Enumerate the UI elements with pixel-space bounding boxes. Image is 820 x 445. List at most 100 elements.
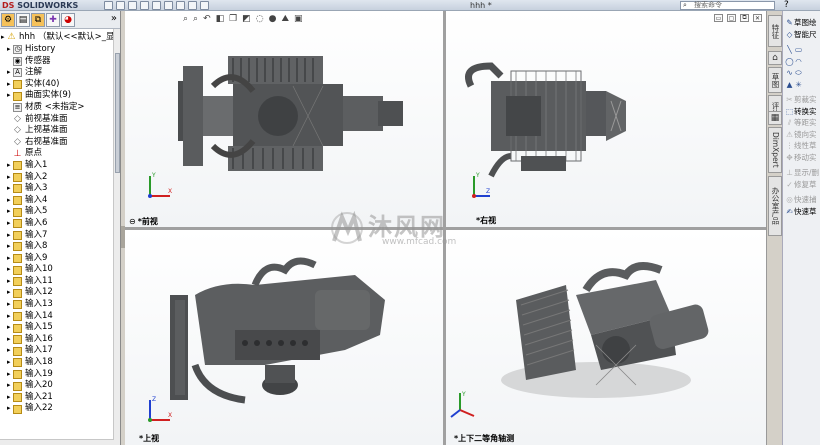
maximize-icon[interactable]: ▢ xyxy=(727,14,736,22)
options-icon[interactable] xyxy=(200,1,209,10)
tree-item-import[interactable]: ▸ 输入4 xyxy=(0,195,114,207)
viewport-front[interactable]: ⌕ ⌕ ↶ ◧ ❐ ◩ ◌ ● ⛰ ▣ Y X ⊖ *前视 xyxy=(125,11,443,227)
tree-item-import[interactable]: ▸ 输入11 xyxy=(0,276,114,288)
scrollbar-thumb[interactable] xyxy=(115,53,120,173)
tree-item-import[interactable]: ▸ 输入22 xyxy=(0,403,114,415)
undo-icon[interactable] xyxy=(152,1,161,10)
tree-item-import[interactable]: ▸ 输入6 xyxy=(0,218,114,230)
previous-view-icon[interactable]: ↶ xyxy=(203,14,211,24)
trim-entities-button[interactable]: ✂剪裁实 xyxy=(783,94,820,106)
tree-horizontal-scrollbar[interactable] xyxy=(0,439,114,445)
tree-item-import[interactable]: ▸ 输入17 xyxy=(0,345,114,357)
tree-item-sensors[interactable]: ◉ 传感器 xyxy=(0,56,114,68)
tree-item-import[interactable]: ▸ 输入21 xyxy=(0,392,114,404)
tree-item-label: 上视基准面 xyxy=(25,125,68,136)
tree-item-top-plane[interactable]: ◇ 上视基准面 xyxy=(0,125,114,137)
tab-sketch[interactable]: 草图 xyxy=(768,67,782,93)
linear-pattern-button[interactable]: ⋮线性草 xyxy=(783,140,820,152)
convert-entities-button[interactable]: ⬚转换实 xyxy=(783,106,820,118)
imported-features-list: ▸ 输入1 ▸ 输入2 ▸ 输入3 ▸ 输入4 ▸ 输入5 ▸ 输入6 ▸ 输入7 ▸ 输入8 ▸ 输入9 ▸ 输入1… xyxy=(0,160,114,415)
tree-item-solid-bodies[interactable]: ▸ 实体(40) xyxy=(0,79,114,91)
select-icon[interactable] xyxy=(164,1,173,10)
configuration-manager-tab-icon[interactable]: ⧉ xyxy=(31,12,45,27)
tree-item-import[interactable]: ▸ 输入16 xyxy=(0,334,114,346)
tree-item-import[interactable]: ▸ 输入12 xyxy=(0,287,114,299)
tab-features[interactable]: 特征 xyxy=(768,15,782,47)
tree-item-import[interactable]: ▸ 输入2 xyxy=(0,172,114,184)
graphics-area[interactable]: ⌕ ⌕ ↶ ◧ ❐ ◩ ◌ ● ⛰ ▣ Y X ⊖ *前视 ▭ ▢ ⧉ ✕ Y … xyxy=(125,11,766,445)
zoom-area-icon[interactable]: ⌕ xyxy=(193,14,198,24)
point-icon: ✳ xyxy=(795,79,802,89)
tree-item-import[interactable]: ▸ 输入14 xyxy=(0,311,114,323)
solidworks-logo[interactable]: DS SOLIDWORKS xyxy=(2,0,78,10)
tree-item-import[interactable]: ▸ 输入19 xyxy=(0,369,114,381)
mirror-entities-button[interactable]: ⚠镜向实 xyxy=(783,129,820,141)
tree-item-front-plane[interactable]: ◇ 前视基准面 xyxy=(0,114,114,126)
tree-item-origin[interactable]: ⊥ 原点 xyxy=(0,148,114,160)
tree-item-import[interactable]: ▸ 输入1 xyxy=(0,160,114,172)
display-relations-button[interactable]: ⊥显示/删 xyxy=(783,167,820,179)
zoom-to-fit-icon[interactable]: ⌕ xyxy=(183,14,188,24)
tree-item-annotations[interactable]: ▸ A 注解 xyxy=(0,67,114,79)
print-icon[interactable] xyxy=(140,1,149,10)
display-manager-tab-icon[interactable]: ◕ xyxy=(61,12,75,27)
rebuild-icon[interactable] xyxy=(176,1,185,10)
search-commands-input[interactable]: ⌕ 搜索命令 xyxy=(680,1,775,10)
tree-item-material[interactable]: ≡ 材质 <未指定> xyxy=(0,102,114,114)
tree-item-import[interactable]: ▸ 输入15 xyxy=(0,322,114,334)
polygon-tool-button[interactable]: ▲ ✳ xyxy=(783,79,820,91)
file-properties-icon[interactable] xyxy=(188,1,197,10)
repair-sketch-button[interactable]: ✓修复草 xyxy=(783,179,820,191)
tree-item-import[interactable]: ▸ 输入18 xyxy=(0,357,114,369)
warning-icon: ⚠ xyxy=(7,32,16,43)
hide-show-items-icon[interactable]: ◌ xyxy=(256,14,264,24)
feature-manager-tab-icon[interactable]: ⚙ xyxy=(1,12,15,27)
rapid-sketch-button[interactable]: ✍快速草 xyxy=(783,206,820,218)
display-style-icon[interactable]: ◩ xyxy=(242,14,251,24)
smart-dimension-button[interactable]: ◇ 智能尺 xyxy=(783,29,820,41)
panel-expand-arrow-icon[interactable]: » xyxy=(111,13,117,24)
viewport-top[interactable]: Z X *上视 xyxy=(125,230,443,445)
dimxpert-tab-icon[interactable]: ✚ xyxy=(46,12,60,27)
spline-tool-button[interactable]: ∿ ⬭ xyxy=(783,67,820,79)
section-view-icon[interactable]: ◧ xyxy=(216,14,225,24)
line-tool-button[interactable]: ╲ ▭ xyxy=(783,44,820,56)
view-orientation-icon[interactable]: ❐ xyxy=(229,14,237,24)
home-tab-icon[interactable]: ⌂ xyxy=(768,51,782,65)
tree-item-import[interactable]: ▸ 输入20 xyxy=(0,380,114,392)
tree-item-import[interactable]: ▸ 输入5 xyxy=(0,206,114,218)
tree-item-right-plane[interactable]: ◇ 右视基准面 xyxy=(0,137,114,149)
property-manager-tab-icon[interactable]: ▤ xyxy=(16,12,30,27)
move-entities-button[interactable]: ✥移动实 xyxy=(783,152,820,164)
restore-icon[interactable]: ▭ xyxy=(714,14,723,22)
split-icon[interactable]: ⧉ xyxy=(740,14,749,22)
tree-item-surface-bodies[interactable]: ▸ 曲面实体(9) xyxy=(0,90,114,102)
edit-appearance-icon[interactable]: ● xyxy=(269,14,277,24)
tree-item-import[interactable]: ▸ 输入7 xyxy=(0,230,114,242)
close-icon[interactable]: ✕ xyxy=(753,14,762,22)
view-settings-icon[interactable]: ▣ xyxy=(294,14,303,24)
tree-item-history[interactable]: ▸ ◷ History xyxy=(0,44,114,56)
help-icon[interactable]: ? xyxy=(784,0,789,10)
viewport-isometric[interactable]: Y *上下二等角轴测 xyxy=(446,230,766,445)
tab-dimxpert[interactable]: DimXpert xyxy=(768,127,782,173)
offset-entities-button[interactable]: ⫽ 等距实 xyxy=(783,117,820,129)
tree-item-import[interactable]: ▸ 输入10 xyxy=(0,264,114,276)
circle-tool-button[interactable]: ◯ ◠ xyxy=(783,56,820,68)
tab-office-products[interactable]: 办公室产品 xyxy=(768,176,782,236)
tree-item-import[interactable]: ▸ 输入9 xyxy=(0,253,114,265)
viewport-right[interactable]: ▭ ▢ ⧉ ✕ Y Z *右视 xyxy=(446,11,766,227)
tree-vertical-scrollbar[interactable] xyxy=(113,29,120,445)
tree-item-import[interactable]: ▸ 输入3 xyxy=(0,183,114,195)
sketch-button[interactable]: ✎草图绘 xyxy=(783,17,820,29)
tree-item-import[interactable]: ▸ 输入13 xyxy=(0,299,114,311)
tree-item-import[interactable]: ▸ 输入8 xyxy=(0,241,114,253)
tree-root[interactable]: ▸ ⚠ hhh （默认<<默认>_显示状 xyxy=(0,32,120,44)
quick-snaps-button[interactable]: ◎快速捕 xyxy=(783,194,820,206)
new-document-icon[interactable] xyxy=(104,1,113,10)
viewport-window-controls: ▭ ▢ ⧉ ✕ xyxy=(714,14,762,22)
library-tab-icon[interactable]: ▦ xyxy=(768,111,782,125)
apply-scene-icon[interactable]: ⛰ xyxy=(281,14,289,24)
save-icon[interactable] xyxy=(128,1,137,10)
open-document-icon[interactable] xyxy=(116,1,125,10)
